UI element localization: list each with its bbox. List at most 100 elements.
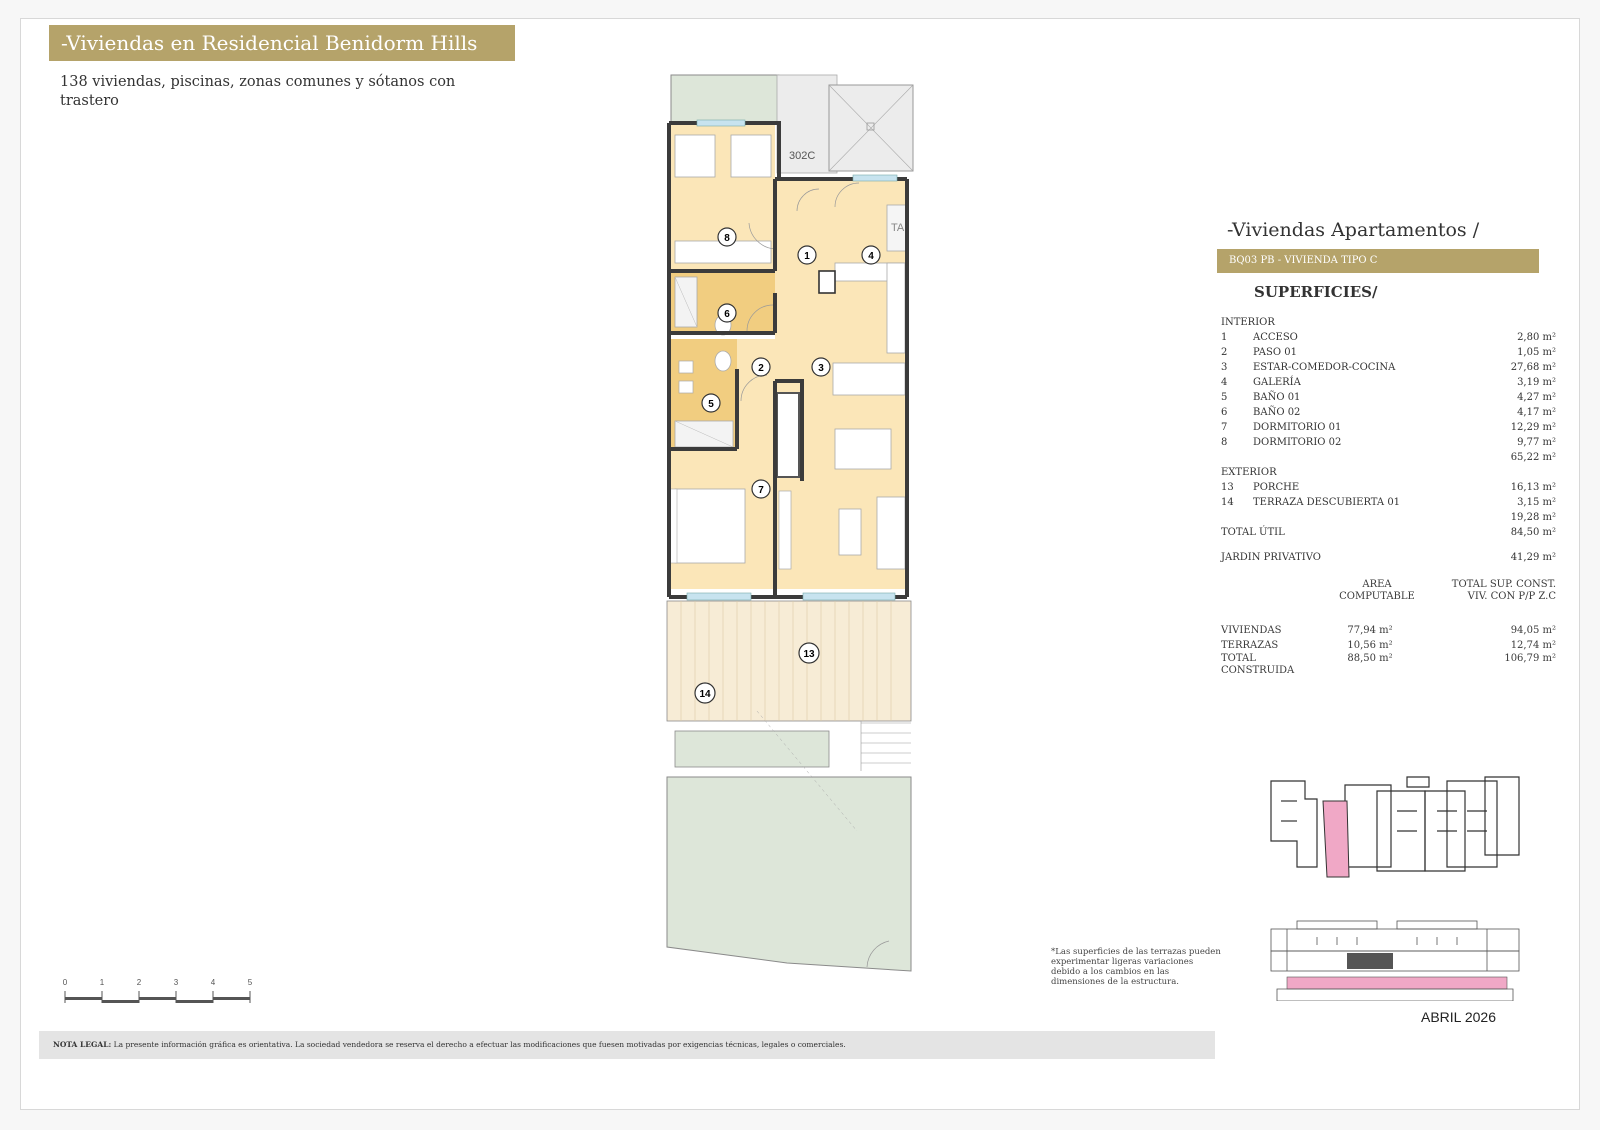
room-badge: 2 <box>751 357 771 377</box>
surface-value: 4,27 m² <box>1517 392 1556 403</box>
surface-row: 4 GALERÍA 3,19 m² <box>1217 375 1587 390</box>
room-badge: 13 <box>798 642 820 664</box>
total-util-value: 84,50 m² <box>1510 527 1556 538</box>
surface-number: 4 <box>1221 377 1228 388</box>
surface-row: 3 ESTAR-COMEDOR-COCINA 27,68 m² <box>1217 360 1587 375</box>
surface-row: 13 PORCHE 16,13 m² <box>1217 480 1587 495</box>
summary-label: TOTAL CONSTRUIDA <box>1221 653 1295 676</box>
scale-tick: 2 <box>137 978 142 987</box>
surface-row: 1 ACCESO 2,80 m² <box>1217 330 1587 345</box>
room-number-1: 1 <box>804 251 810 262</box>
surface-value: 9,77 m² <box>1517 437 1556 448</box>
appliance-label: TA <box>891 222 905 234</box>
surface-value: 4,17 m² <box>1517 407 1556 418</box>
header-title: -Viviendas en Residencial Benidorm Hills <box>49 25 515 61</box>
total-util-row: TOTAL ÚTIL 84,50 m² <box>1217 525 1587 540</box>
scale-tick: 1 <box>100 978 105 987</box>
summary-total-value: 94,05 m² <box>1510 625 1556 636</box>
summary-area-value: 10,56 m² <box>1347 640 1393 651</box>
interior-heading: INTERIOR <box>1221 317 1275 328</box>
jardin-value: 41,29 m² <box>1510 552 1556 563</box>
surface-value: 1,05 m² <box>1517 347 1556 358</box>
summary-row: TERRAZAS 10,56 m² 12,74 m² <box>1217 638 1587 653</box>
interior-section: INTERIOR 1 ACCESO 2,80 m² 2 PASO 01 1,05 m² 3 E… <box>1217 315 1587 565</box>
scale-tick: 4 <box>211 978 216 987</box>
surface-number: 2 <box>1221 347 1228 358</box>
unit-code: 302C <box>789 150 815 162</box>
interior-subtotal: 65,22 m² <box>1510 452 1556 463</box>
header-subtitle: 138 viviendas, piscinas, zonas comunes y… <box>60 74 456 109</box>
exterior-subtotal: 19,28 m² <box>1510 512 1556 523</box>
legal-text: La presente información gráfica es orien… <box>111 1040 846 1049</box>
sheet: -Viviendas en Residencial Benidorm Hills… <box>20 18 1580 1110</box>
surface-number: 5 <box>1221 392 1228 403</box>
surfaces-heading: SUPERFICIES/ <box>1254 283 1378 301</box>
surface-value: 3,15 m² <box>1517 497 1556 508</box>
summary-area-value: 88,50 m² <box>1347 653 1393 664</box>
floor-plan: 302C TA 8 1 4 6 2 3 5 7 13 14 <box>666 74 914 972</box>
scale-bar: 0 1 2 3 4 5 <box>63 978 253 1003</box>
room-number-4: 4 <box>868 251 874 262</box>
surface-label: TERRAZA DESCUBIERTA 01 <box>1253 497 1401 508</box>
interior-subtotal-row: 65,22 m² <box>1217 450 1587 465</box>
summary-col-area: AREA COMPUTABLE <box>1339 579 1415 602</box>
surface-number: 1 <box>1221 332 1228 343</box>
surface-label: DORMITORIO 02 <box>1253 437 1342 448</box>
surface-value: 12,29 m² <box>1510 422 1556 433</box>
panel-title: -Viviendas Apartamentos / <box>1227 219 1480 241</box>
scale-tick: 0 <box>63 978 68 987</box>
surface-number: 7 <box>1221 422 1228 433</box>
summary-total-value: 12,74 m² <box>1510 640 1556 651</box>
surface-row: 6 BAÑO 02 4,17 m² <box>1217 405 1587 420</box>
surface-label: ACCESO <box>1253 332 1298 343</box>
surface-number: 8 <box>1221 437 1228 448</box>
surface-row: 14 TERRAZA DESCUBIERTA 01 3,15 m² <box>1217 495 1587 510</box>
legal-notice: NOTA LEGAL: La presente información gráf… <box>39 1031 1215 1059</box>
surface-label: BAÑO 01 <box>1253 392 1301 403</box>
summary-area-value: 77,94 m² <box>1347 625 1393 636</box>
scale-tick: 3 <box>174 978 179 987</box>
surface-number: 3 <box>1221 362 1228 373</box>
room-number-5: 5 <box>708 399 714 410</box>
surface-label: GALERÍA <box>1253 377 1301 388</box>
surface-value: 3,19 m² <box>1517 377 1556 388</box>
jardin-label: JARDIN PRIVATIVO <box>1221 552 1321 563</box>
unit-type-band: BQ03 PB - VIVIENDA TIPO C <box>1217 249 1539 273</box>
total-util-label: TOTAL ÚTIL <box>1221 527 1285 538</box>
surface-row: 2 PASO 01 1,05 m² <box>1217 345 1587 360</box>
surface-number: 13 <box>1221 482 1234 493</box>
terraces-note: *Las superficies de las terrazas pueden … <box>1051 947 1221 987</box>
room-badge: 5 <box>701 393 721 413</box>
room-number-7: 7 <box>758 485 764 496</box>
surface-row: 8 DORMITORIO 02 9,77 m² <box>1217 435 1587 450</box>
surface-label: PORCHE <box>1253 482 1300 493</box>
summary-total-value: 106,79 m² <box>1504 653 1556 664</box>
jardin-row: JARDIN PRIVATIVO 41,29 m² <box>1217 550 1587 565</box>
summary-label: TERRAZAS <box>1221 640 1279 651</box>
room-number-2: 2 <box>758 363 764 374</box>
surface-value: 16,13 m² <box>1510 482 1556 493</box>
room-number-8: 8 <box>724 233 730 244</box>
summary-label: VIVIENDAS <box>1221 625 1282 636</box>
room-badge: 14 <box>694 682 716 704</box>
exterior-heading: EXTERIOR <box>1221 467 1277 478</box>
surface-number: 14 <box>1221 497 1234 508</box>
summary-header: AREA COMPUTABLE TOTAL SUP. CONST. VIV. C… <box>1217 579 1587 609</box>
key-plan <box>1270 776 1520 1001</box>
surfaces-panel: -Viviendas Apartamentos / BQ03 PB - VIVI… <box>1217 219 1587 681</box>
summary-col-total: TOTAL SUP. CONST. VIV. CON P/P Z.C <box>1451 579 1556 602</box>
room-number-3: 3 <box>818 363 824 374</box>
room-number-6: 6 <box>724 309 730 320</box>
surface-label: BAÑO 02 <box>1253 407 1301 418</box>
surface-label: ESTAR-COMEDOR-COCINA <box>1253 362 1396 373</box>
room-badge: 7 <box>751 479 771 499</box>
surface-row: 5 BAÑO 01 4,27 m² <box>1217 390 1587 405</box>
room-badge: 6 <box>717 303 737 323</box>
scale-tick: 5 <box>248 978 253 987</box>
room-number-14: 14 <box>699 689 711 700</box>
legal-label: NOTA LEGAL: <box>53 1040 112 1049</box>
exterior-subtotal-row: 19,28 m² <box>1217 510 1587 525</box>
surface-row: 7 DORMITORIO 01 12,29 m² <box>1217 420 1587 435</box>
summary-row: TOTAL CONSTRUIDA 88,50 m² 106,79 m² <box>1217 653 1587 681</box>
surface-value: 27,68 m² <box>1510 362 1556 373</box>
